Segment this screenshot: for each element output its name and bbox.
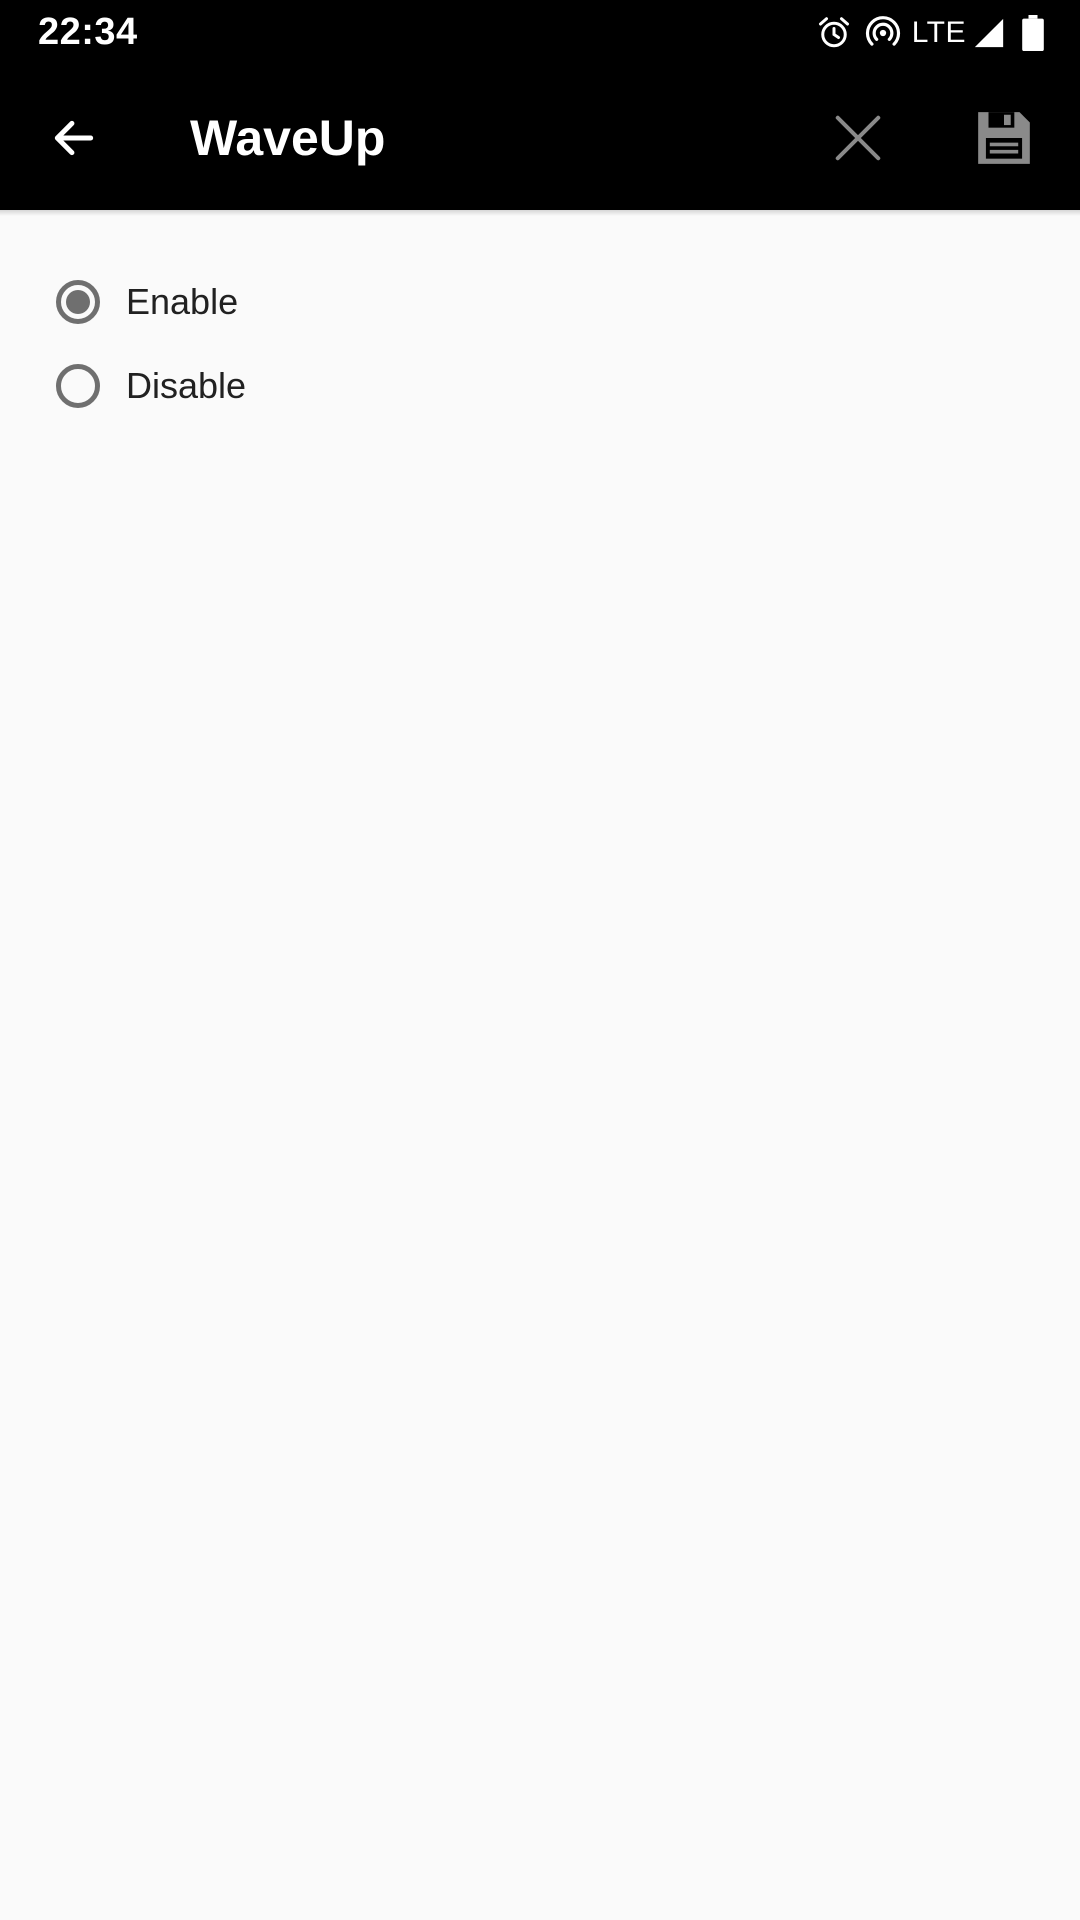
- battery-icon: [1022, 15, 1044, 51]
- save-button[interactable]: [964, 100, 1044, 180]
- screen: 22:34 LTE WaveUp Enable Disable: [0, 0, 1080, 1920]
- app-bar: WaveUp: [0, 66, 1080, 210]
- page-title: WaveUp: [190, 110, 386, 166]
- signal-icon: [972, 16, 1006, 50]
- hotspot-icon: [864, 14, 902, 52]
- radio-label-disable: Disable: [126, 365, 247, 406]
- radio-option-enable[interactable]: Enable: [56, 260, 1036, 344]
- network-type: LTE: [911, 16, 966, 49]
- arrow-left-icon: [49, 113, 99, 168]
- close-button[interactable]: [818, 100, 898, 180]
- radio-selected-dot: [66, 290, 90, 314]
- status-bar: 22:34 LTE: [0, 0, 1080, 66]
- radio-option-disable[interactable]: Disable: [56, 344, 1036, 428]
- radio-label-enable: Enable: [126, 281, 239, 322]
- status-time: 22:34: [38, 11, 138, 53]
- floppy-save-icon: [973, 107, 1035, 174]
- alarm-icon: [816, 15, 852, 51]
- radio-button-enable[interactable]: [56, 280, 100, 324]
- back-button[interactable]: [34, 100, 114, 180]
- enable-disable-radio-group: Enable Disable: [56, 260, 1036, 428]
- status-icons: LTE: [804, 12, 1044, 54]
- app-bar-shadow: [0, 210, 1080, 216]
- radio-button-disable[interactable]: [56, 364, 100, 408]
- close-icon: [831, 111, 885, 170]
